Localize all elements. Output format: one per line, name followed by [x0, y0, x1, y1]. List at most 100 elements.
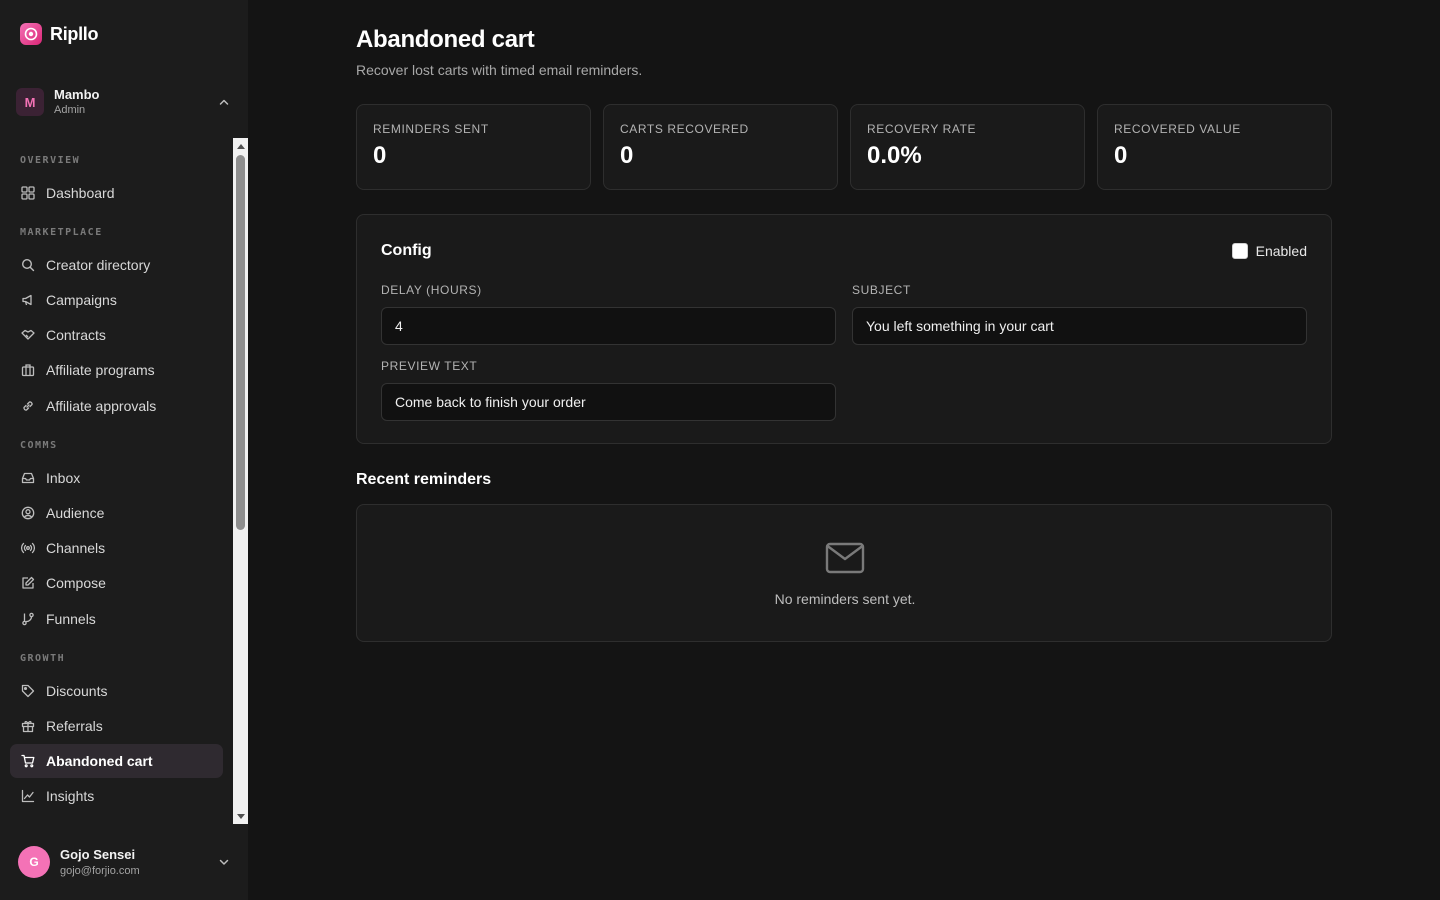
scroll-down-arrow-icon[interactable]	[233, 809, 248, 824]
enabled-toggle[interactable]: Enabled	[1231, 243, 1307, 259]
page-title: Abandoned cart	[356, 26, 535, 53]
preview-text-field: PREVIEW TEXT Come back to finish your or…	[381, 359, 836, 421]
sidebar-item-label: Audience	[46, 505, 105, 521]
git-branch-icon	[20, 611, 36, 627]
sidebar-item-channels[interactable]: Channels	[10, 531, 223, 565]
stat-value: 0	[373, 142, 387, 169]
sidebar-item-inbox[interactable]: Inbox	[10, 461, 223, 495]
page-subtitle: Recover lost carts with timed email remi…	[356, 62, 643, 78]
delay-input[interactable]: 4	[381, 307, 836, 345]
sidebar-item-audience[interactable]: Audience	[10, 496, 223, 530]
delay-field: DELAY (HOURS) 4	[381, 283, 836, 345]
radio-icon	[20, 540, 36, 556]
megaphone-icon	[20, 292, 36, 308]
stat-card-carts-recovered: CARTS RECOVERED 0	[603, 104, 838, 190]
sidebar-item-label: Channels	[46, 540, 106, 556]
sidebar-item-contracts[interactable]: Contracts	[10, 318, 223, 352]
chevron-up-icon[interactable]	[216, 94, 232, 110]
recent-reminders-panel: No reminders sent yet.	[356, 504, 1332, 642]
user-email: gojo@forjio.com	[60, 864, 140, 877]
brand[interactable]: Ripllo	[20, 22, 99, 46]
workspace-avatar: M	[16, 88, 44, 116]
briefcase-icon	[20, 362, 36, 378]
workspace-switcher[interactable]: M Mambo Admin	[16, 84, 234, 120]
sidebar-item-affiliate-programs[interactable]: Affiliate programs	[10, 353, 223, 387]
sidebar-item-label: Abandoned cart	[46, 753, 153, 769]
recent-reminders-title: Recent reminders	[356, 471, 492, 488]
sidebar-item-label: Dashboard	[46, 185, 115, 201]
scrollbar-thumb[interactable]	[236, 155, 245, 530]
search-icon	[20, 257, 36, 273]
nav-section-marketplace: MARKETPLACE	[20, 227, 103, 238]
stat-value: 0.0%	[867, 142, 922, 169]
workspace-role: Admin	[54, 103, 86, 116]
stat-card-recovered-value: RECOVERED VALUE 0	[1097, 104, 1332, 190]
cart-icon	[20, 753, 36, 769]
stat-card-reminders-sent: REMINDERS SENT 0	[356, 104, 591, 190]
link-icon	[20, 398, 36, 414]
preview-text-input[interactable]: Come back to finish your order	[381, 383, 836, 421]
stat-label: RECOVERED VALUE	[1114, 122, 1241, 136]
handshake-icon	[20, 327, 36, 343]
avatar: G	[18, 846, 50, 878]
empty-state-text: No reminders sent yet.	[774, 591, 916, 607]
sidebar-item-referrals[interactable]: Referrals	[10, 709, 223, 743]
stat-label: RECOVERY RATE	[867, 122, 977, 136]
sidebar-item-compose[interactable]: Compose	[10, 566, 223, 600]
sidebar-scrollbar[interactable]	[233, 138, 248, 824]
stat-label: REMINDERS SENT	[373, 122, 489, 136]
user-menu[interactable]: G Gojo Sensei gojo@forjio.com	[18, 844, 232, 880]
sidebar-item-insights[interactable]: Insights	[10, 779, 223, 813]
sidebar-item-abandoned-cart[interactable]: Abandoned cart	[10, 744, 223, 778]
nav-section-comms: COMMS	[20, 440, 58, 451]
brand-name: Ripllo	[50, 23, 99, 44]
sidebar-item-label: Contracts	[46, 327, 106, 343]
sidebar: Ripllo M Mambo Admin OVERVIEW Dashboard …	[0, 0, 248, 900]
sidebar-item-label: Campaigns	[46, 292, 117, 308]
sidebar-item-label: Insights	[46, 788, 95, 804]
stats-row: REMINDERS SENT 0 CARTS RECOVERED 0 RECOV…	[356, 104, 1332, 190]
sidebar-item-label: Compose	[46, 575, 106, 591]
sidebar-item-funnels[interactable]: Funnels	[10, 602, 223, 636]
edit-icon	[20, 575, 36, 591]
sidebar-item-label: Affiliate programs	[46, 362, 155, 378]
chevron-down-icon[interactable]	[216, 854, 232, 870]
user-name: Gojo Sensei	[60, 846, 136, 862]
tag-icon	[20, 683, 36, 699]
sidebar-item-campaigns[interactable]: Campaigns	[10, 283, 223, 317]
sidebar-item-discounts[interactable]: Discounts	[10, 674, 223, 708]
scroll-up-arrow-icon[interactable]	[233, 138, 248, 153]
delay-label: DELAY (HOURS)	[381, 283, 482, 297]
stat-value: 0	[1114, 142, 1128, 169]
gift-icon	[20, 718, 36, 734]
user-circle-icon	[20, 505, 36, 521]
grid-icon	[20, 185, 36, 201]
subject-field: SUBJECT You left something in your cart	[852, 283, 1307, 345]
preview-text-label: PREVIEW TEXT	[381, 359, 478, 373]
mail-icon	[825, 541, 865, 575]
nav-section-overview: OVERVIEW	[20, 155, 81, 166]
chart-line-icon	[20, 788, 36, 804]
config-card: Config Enabled DELAY (HOURS) 4 SUBJECT Y…	[356, 214, 1332, 444]
sidebar-item-creator-directory[interactable]: Creator directory	[10, 248, 223, 282]
sidebar-nav: OVERVIEW Dashboard MARKETPLACE Creator d…	[0, 138, 233, 824]
inbox-icon	[20, 470, 36, 486]
enabled-label: Enabled	[1255, 243, 1307, 259]
sidebar-item-dashboard[interactable]: Dashboard	[10, 176, 223, 210]
stat-value: 0	[620, 142, 634, 169]
sidebar-item-label: Inbox	[46, 470, 81, 486]
workspace-name: Mambo	[54, 86, 100, 102]
subject-label: SUBJECT	[852, 283, 911, 297]
sidebar-item-label: Funnels	[46, 611, 96, 627]
stat-label: CARTS RECOVERED	[620, 122, 749, 136]
sidebar-item-label: Creator directory	[46, 257, 151, 273]
sidebar-item-label: Discounts	[46, 683, 108, 699]
enabled-checkbox[interactable]	[1231, 243, 1248, 259]
subject-input[interactable]: You left something in your cart	[852, 307, 1307, 345]
sidebar-item-label: Affiliate approvals	[46, 398, 157, 414]
sidebar-item-label: Referrals	[46, 718, 103, 734]
stat-card-recovery-rate: RECOVERY RATE 0.0%	[850, 104, 1085, 190]
sidebar-item-affiliate-approvals[interactable]: Affiliate approvals	[10, 389, 223, 423]
config-title: Config	[381, 242, 432, 259]
nav-section-growth: GROWTH	[20, 653, 66, 664]
